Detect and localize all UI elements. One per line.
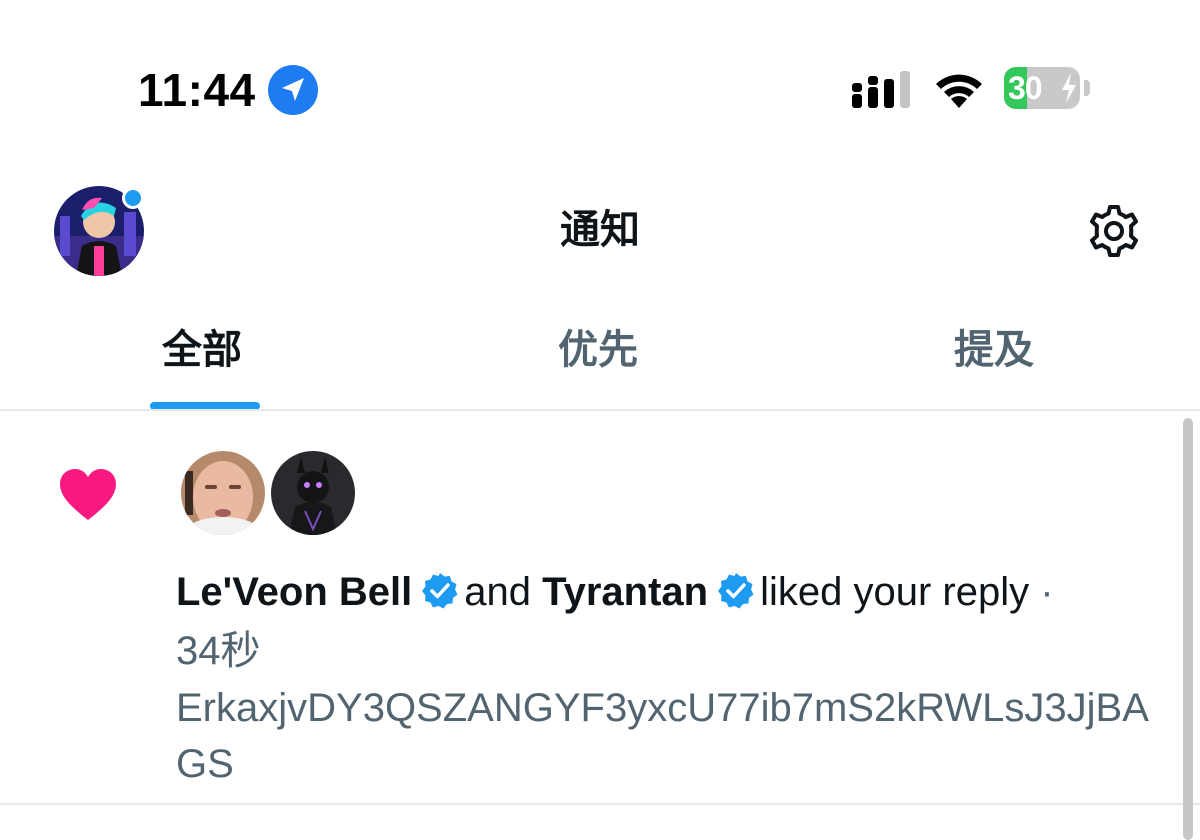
notification-divider — [0, 803, 1200, 805]
location-arrow-icon — [268, 65, 318, 115]
notification-text: Le'Veon Bell and Tyrantan liked your rep… — [176, 566, 1054, 618]
verified-badge-icon — [422, 573, 458, 609]
reply-preview-text[interactable]: ErkaxjvDY3QSZANGYF3yxcU77ib7mS2kRWLsJ3Jj… — [176, 680, 1176, 792]
battery-percentage: 30 — [1008, 70, 1043, 106]
separator-dot: · — [1040, 570, 1054, 614]
liker-avatar-leveon-bell[interactable] — [178, 448, 268, 538]
avatar-photo — [181, 451, 265, 535]
signal-icon — [852, 71, 910, 108]
tab-all[interactable]: 全部 — [162, 322, 242, 378]
tabs-divider — [0, 409, 1200, 411]
action-text: liked your reply — [760, 570, 1030, 614]
avatar-photo — [271, 451, 355, 535]
gear-icon[interactable] — [1084, 201, 1144, 261]
user-name-1[interactable]: Le'Veon Bell — [176, 570, 412, 614]
scrollbar[interactable] — [1183, 418, 1193, 840]
notification-time: 34秒 — [176, 629, 261, 673]
charging-bolt-icon — [1062, 73, 1076, 103]
status-time: 11:44 — [138, 64, 256, 116]
liker-avatar-tyrantan[interactable] — [268, 448, 358, 538]
user-name-2[interactable]: Tyrantan — [542, 570, 708, 614]
heart-icon — [60, 469, 116, 520]
connector-text: and — [464, 570, 531, 614]
battery-icon: 30 — [1004, 67, 1094, 111]
verified-badge-icon — [718, 573, 754, 609]
tab-mentions[interactable]: 提及 — [954, 322, 1034, 378]
wifi-icon — [936, 74, 982, 108]
tab-priority[interactable]: 优先 — [558, 322, 638, 378]
battery-tip — [1084, 80, 1090, 96]
page-title: 通知 — [560, 208, 640, 252]
